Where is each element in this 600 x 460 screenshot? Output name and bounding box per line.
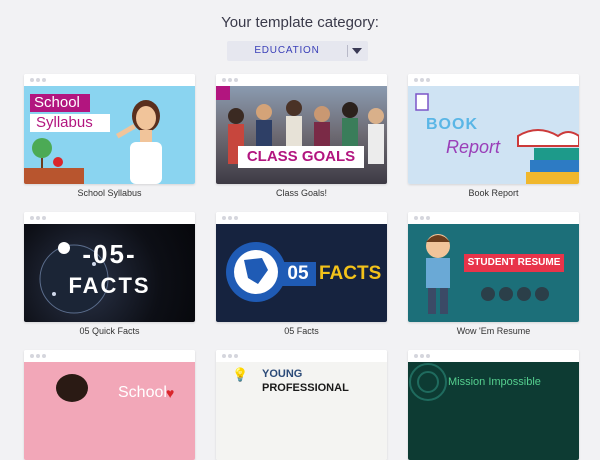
template-frame: STUDENT RESUME xyxy=(408,212,579,322)
template-thumbnail: School ♥ xyxy=(24,362,195,460)
window-dot-icon xyxy=(228,216,232,220)
window-bar xyxy=(24,74,195,86)
template-thumbnail: CLASS GOALS xyxy=(216,86,387,184)
window-dot-icon xyxy=(420,354,424,358)
template-frame: Mission Impossible xyxy=(408,350,579,460)
window-dot-icon xyxy=(426,78,430,82)
window-bar xyxy=(216,350,387,362)
thumbnail-subtitle: FACTS xyxy=(68,273,151,298)
window-dot-icon xyxy=(426,216,430,220)
window-dot-icon xyxy=(234,216,238,220)
thumbnail-title: YOUNG xyxy=(262,368,303,380)
template-frame: BOOK Report xyxy=(408,74,579,184)
template-caption: 05 Quick Facts xyxy=(79,326,140,336)
thumbnail-subtitle: PROFESSIONAL xyxy=(262,382,349,394)
window-dot-icon xyxy=(234,78,238,82)
thumbnail-title: CLASS GOALS xyxy=(246,148,356,165)
window-bar xyxy=(216,74,387,86)
lightbulb-icon: 💡 xyxy=(232,367,249,382)
window-dot-icon xyxy=(414,78,418,82)
window-dot-icon xyxy=(222,354,226,358)
window-bar xyxy=(216,212,387,224)
window-bar xyxy=(24,212,195,224)
template-caption: 05 Facts xyxy=(284,326,319,336)
window-dot-icon xyxy=(420,78,424,82)
books-illustration xyxy=(415,93,579,184)
template-frame: 05 FACTS xyxy=(216,212,387,322)
thumbnail-subtitle: FACTS xyxy=(319,263,382,284)
template-thumbnail: STUDENT RESUME xyxy=(408,224,579,322)
teacher-illustration xyxy=(24,100,162,184)
template-frame: -05- FACTS xyxy=(24,212,195,322)
window-bar xyxy=(408,350,579,362)
window-dot-icon xyxy=(36,354,40,358)
template-caption: Class Goals! xyxy=(275,188,328,198)
caret-down-icon xyxy=(352,48,362,54)
template-caption: Wow 'Em Resume xyxy=(456,326,531,336)
window-dot-icon xyxy=(420,216,424,220)
template-frame: School Syllabus xyxy=(24,74,195,184)
template-thumbnail: 05 FACTS xyxy=(216,224,387,322)
student-illustration xyxy=(426,234,549,314)
window-dot-icon xyxy=(42,78,46,82)
window-dot-icon xyxy=(228,354,232,358)
window-dot-icon xyxy=(234,354,238,358)
window-bar xyxy=(24,350,195,362)
window-bar xyxy=(408,212,579,224)
category-dropdown[interactable]: EDUCATION xyxy=(227,41,368,61)
window-dot-icon xyxy=(42,354,46,358)
heart-icon: ♥ xyxy=(166,385,175,401)
thumbnail-title: Mission Impossible xyxy=(448,376,541,388)
dropdown-divider xyxy=(347,45,348,57)
category-heading: Your template category: xyxy=(221,14,379,31)
template-frame: School ♥ xyxy=(24,350,195,460)
template-thumbnail: Mission Impossible xyxy=(408,362,579,460)
window-dot-icon xyxy=(222,78,226,82)
template-thumbnail: -05- FACTS xyxy=(24,224,195,322)
template-caption: Book Report xyxy=(468,188,519,198)
window-dot-icon xyxy=(30,354,34,358)
window-dot-icon xyxy=(36,216,40,220)
thumbnail-title: STUDENT RESUME xyxy=(467,257,561,268)
category-dropdown-value: EDUCATION xyxy=(254,45,320,56)
window-dot-icon xyxy=(30,216,34,220)
template-frame: 💡 YOUNG PROFESSIONAL xyxy=(216,350,387,460)
window-dot-icon xyxy=(30,78,34,82)
window-dot-icon xyxy=(36,78,40,82)
window-dot-icon xyxy=(228,78,232,82)
thumbnail-title: School xyxy=(118,384,167,401)
template-thumbnail: School Syllabus xyxy=(24,86,195,184)
window-bar xyxy=(408,74,579,86)
teacher-illustration xyxy=(56,374,88,402)
template-thumbnail: 💡 YOUNG PROFESSIONAL xyxy=(216,362,387,460)
window-dot-icon xyxy=(426,354,430,358)
template-caption: School Syllabus xyxy=(77,188,142,198)
students-photo xyxy=(216,86,384,164)
template-thumbnail: BOOK Report xyxy=(408,86,579,184)
template-frame: CLASS GOALS xyxy=(216,74,387,184)
window-dot-icon xyxy=(414,354,418,358)
window-dot-icon xyxy=(42,216,46,220)
thumbnail-title: -05- xyxy=(82,239,137,269)
window-dot-icon xyxy=(222,216,226,220)
thumbnail-title: 05 xyxy=(287,263,309,284)
window-dot-icon xyxy=(414,216,418,220)
